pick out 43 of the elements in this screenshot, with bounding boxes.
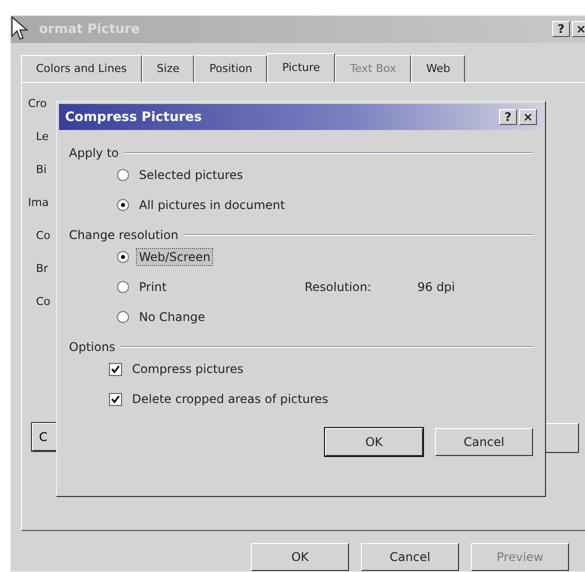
check-icon [111,364,120,374]
help-button[interactable]: ? [499,109,517,125]
dialog-button[interactable]: OK [325,428,423,456]
tab[interactable]: Picture [267,52,336,82]
checkbox[interactable] [109,392,122,406]
panel-label: Co [36,294,50,308]
panel-label: Bi [36,162,47,176]
resolution-label: Resolution: [304,280,372,294]
radio-label: No Change [138,309,206,325]
panel-label: Br [36,262,48,275]
panel-label: Co [36,228,50,242]
tab[interactable]: Colors and Lines [21,54,142,82]
dialog-button[interactable]: Cancel [435,428,533,456]
group-title: Apply to [69,146,119,160]
resolution-value: 96 dpi [417,280,456,294]
checkbox-label: Compress pictures [131,361,245,377]
group-title: Change resolution [69,228,178,242]
checkbox[interactable] [109,362,122,376]
close-button[interactable]: × [519,109,537,125]
radio-button[interactable] [117,311,129,323]
radio-button[interactable] [117,199,129,211]
help-button[interactable]: ? [552,21,570,38]
tab[interactable]: Web [411,54,466,82]
panel-label: Cro [28,96,47,110]
dialog-title: Compress Pictures [65,110,203,124]
dialog-button[interactable]: OK [251,543,349,571]
group-title: Options [69,340,116,354]
radio-button[interactable] [117,251,129,263]
radio-label: All pictures in document [138,197,286,213]
radio-button[interactable] [117,281,129,293]
radio-label: Print [138,279,168,295]
tab[interactable]: Size [142,54,194,82]
radio-label: Web/Screen [137,249,212,265]
cursor-icon [11,16,29,42]
radio-button[interactable] [117,169,129,181]
dialog-button[interactable]: Cancel [361,543,459,571]
panel-label: Le [36,130,49,143]
close-button[interactable]: × [572,21,585,38]
checkbox-label: Delete cropped areas of pictures [131,391,330,407]
check-icon [111,394,120,404]
tab[interactable]: Position [194,54,268,82]
panel-label: Ima [28,196,49,209]
radio-label: Selected pictures [138,167,244,183]
